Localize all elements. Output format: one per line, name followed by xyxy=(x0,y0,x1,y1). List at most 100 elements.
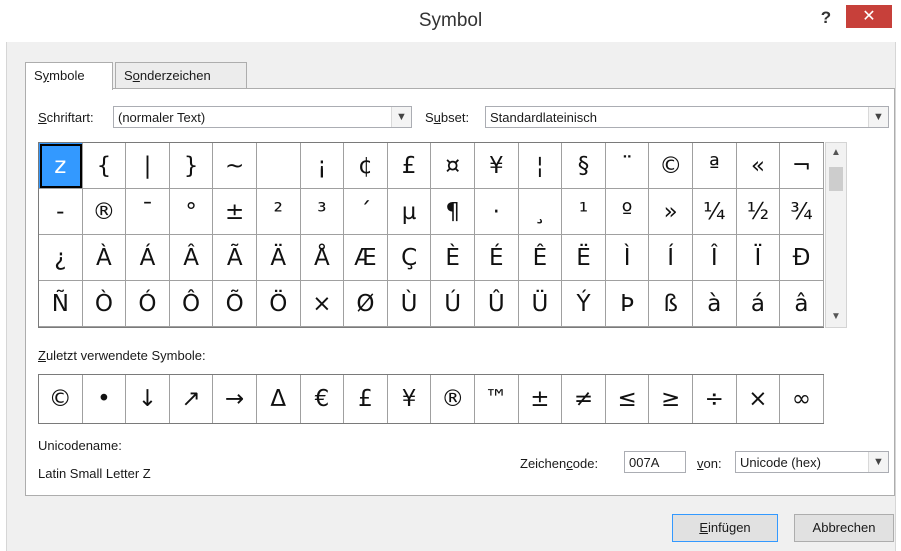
symbol-cell[interactable]: ¤ xyxy=(431,143,475,189)
recent-symbol-cell[interactable]: ≠ xyxy=(562,375,606,423)
char-code-input[interactable]: 007A xyxy=(624,451,686,473)
symbol-cell[interactable]: ³ xyxy=(300,189,345,235)
symbol-cell[interactable]: ¢ xyxy=(344,143,388,189)
symbol-cell[interactable]: ¨ xyxy=(605,143,650,189)
symbol-cell[interactable]: ¬ xyxy=(780,143,824,189)
symbol-cell[interactable]: £ xyxy=(387,143,432,189)
symbol-cell[interactable]: Ô xyxy=(169,281,214,327)
symbol-cell[interactable]: ¶ xyxy=(431,189,475,235)
recent-symbol-cell[interactable]: © xyxy=(39,375,83,423)
symbol-cell[interactable]: ¦ xyxy=(518,143,563,189)
symbol-cell[interactable]: Â xyxy=(169,235,214,281)
symbol-cell[interactable]: ß xyxy=(649,281,693,327)
symbol-cell[interactable]: » xyxy=(649,189,693,235)
chevron-down-icon[interactable]: ▼ xyxy=(826,307,846,327)
symbol-cell[interactable]: Ö xyxy=(257,281,301,327)
recent-symbol-cell[interactable]: £ xyxy=(344,375,388,423)
symbol-cell[interactable]: Î xyxy=(693,235,737,281)
recent-symbol-cell[interactable]: ↗ xyxy=(170,375,214,423)
symbol-cell[interactable]: á xyxy=(736,281,781,327)
symbol-cell[interactable] xyxy=(257,143,301,189)
symbol-cell[interactable]: Ø xyxy=(344,281,388,327)
recent-symbol-cell[interactable]: ∞ xyxy=(780,375,824,423)
symbol-grid-scrollbar[interactable]: ▲ ▼ xyxy=(825,142,847,328)
symbol-cell[interactable]: Ý xyxy=(562,281,606,327)
help-button[interactable]: ? xyxy=(812,6,840,30)
symbol-cell[interactable]: â xyxy=(780,281,824,327)
from-select[interactable]: Unicode (hex) ▼ xyxy=(735,451,889,473)
recent-symbol-cell[interactable]: ± xyxy=(519,375,563,423)
symbol-cell[interactable]: Ã xyxy=(213,235,257,281)
symbol-cell[interactable]: ¿ xyxy=(39,235,83,281)
insert-button[interactable]: Einfügen xyxy=(672,514,778,542)
recent-symbol-cell[interactable]: ™ xyxy=(475,375,519,423)
symbol-cell[interactable]: - xyxy=(39,189,83,235)
symbol-cell[interactable]: ¸ xyxy=(518,189,563,235)
recent-symbol-cell[interactable]: → xyxy=(213,375,257,423)
scroll-thumb[interactable] xyxy=(829,167,843,191)
chevron-down-icon[interactable]: ▼ xyxy=(868,107,888,127)
symbol-cell[interactable]: Æ xyxy=(344,235,388,281)
symbol-cell[interactable]: | xyxy=(126,143,170,189)
symbol-cell[interactable]: } xyxy=(169,143,214,189)
symbol-cell[interactable]: ¥ xyxy=(475,143,519,189)
recent-symbol-cell[interactable]: ¥ xyxy=(388,375,432,423)
symbol-cell[interactable]: Ú xyxy=(431,281,475,327)
font-select[interactable]: (normaler Text) ▼ xyxy=(113,106,412,128)
symbol-cell[interactable]: Á xyxy=(126,235,170,281)
symbol-cell[interactable]: Û xyxy=(475,281,519,327)
subset-select[interactable]: Standardlateinisch ▼ xyxy=(485,106,889,128)
symbol-cell[interactable]: É xyxy=(475,235,519,281)
symbol-cell[interactable]: ° xyxy=(169,189,214,235)
tab-symbole[interactable]: Symbole xyxy=(25,62,113,90)
symbol-cell[interactable]: à xyxy=(693,281,737,327)
symbol-cell[interactable]: À xyxy=(82,235,127,281)
symbol-cell[interactable]: Ù xyxy=(387,281,432,327)
symbol-cell[interactable]: © xyxy=(649,143,693,189)
symbol-cell[interactable]: Ê xyxy=(518,235,563,281)
symbol-cell[interactable]: § xyxy=(562,143,606,189)
symbol-cell[interactable]: ± xyxy=(213,189,257,235)
symbol-cell[interactable]: ® xyxy=(82,189,127,235)
recent-symbol-cell[interactable]: ® xyxy=(431,375,475,423)
symbol-cell[interactable]: Ä xyxy=(257,235,301,281)
symbol-cell[interactable]: · xyxy=(475,189,519,235)
symbol-cell[interactable]: º xyxy=(605,189,650,235)
symbol-cell[interactable]: Õ xyxy=(213,281,257,327)
symbol-cell[interactable]: Þ xyxy=(605,281,650,327)
chevron-up-icon[interactable]: ▲ xyxy=(826,143,846,163)
recent-symbol-cell[interactable]: Δ xyxy=(257,375,301,423)
symbol-cell[interactable]: Í xyxy=(649,235,693,281)
symbol-cell[interactable]: Ï xyxy=(736,235,781,281)
recent-symbol-cell[interactable]: € xyxy=(301,375,345,423)
tab-sonderzeichen[interactable]: Sonderzeichen xyxy=(115,62,247,89)
symbol-cell[interactable]: ª xyxy=(693,143,737,189)
recent-symbol-cell[interactable]: ÷ xyxy=(693,375,737,423)
symbol-cell[interactable]: Å xyxy=(300,235,345,281)
symbol-cell[interactable]: Ç xyxy=(387,235,432,281)
symbol-cell[interactable]: È xyxy=(431,235,475,281)
symbol-cell[interactable]: ¡ xyxy=(300,143,345,189)
symbol-cell[interactable]: ¼ xyxy=(693,189,737,235)
symbol-cell[interactable]: µ xyxy=(387,189,432,235)
symbol-cell[interactable]: Ì xyxy=(605,235,650,281)
symbol-cell[interactable]: Ñ xyxy=(39,281,83,327)
symbol-cell[interactable]: Ó xyxy=(126,281,170,327)
symbol-cell[interactable]: Ò xyxy=(82,281,127,327)
symbol-cell[interactable]: « xyxy=(736,143,781,189)
cancel-button[interactable]: Abbrechen xyxy=(794,514,894,542)
symbol-cell[interactable]: ¹ xyxy=(562,189,606,235)
symbol-cell[interactable]: z xyxy=(39,143,83,189)
chevron-down-icon[interactable]: ▼ xyxy=(391,107,411,127)
recent-symbol-cell[interactable]: • xyxy=(83,375,127,423)
symbol-cell[interactable]: ¾ xyxy=(780,189,824,235)
symbol-cell[interactable]: ² xyxy=(257,189,301,235)
symbol-cell[interactable]: Ü xyxy=(518,281,563,327)
symbol-cell[interactable]: ½ xyxy=(736,189,781,235)
recent-symbol-cell[interactable]: ≥ xyxy=(649,375,693,423)
symbol-cell[interactable]: Ë xyxy=(562,235,606,281)
symbol-cell[interactable]: ´ xyxy=(344,189,388,235)
symbol-cell[interactable]: ~ xyxy=(213,143,257,189)
chevron-down-icon[interactable]: ▼ xyxy=(868,452,888,472)
recent-symbol-cell[interactable]: ≤ xyxy=(606,375,650,423)
